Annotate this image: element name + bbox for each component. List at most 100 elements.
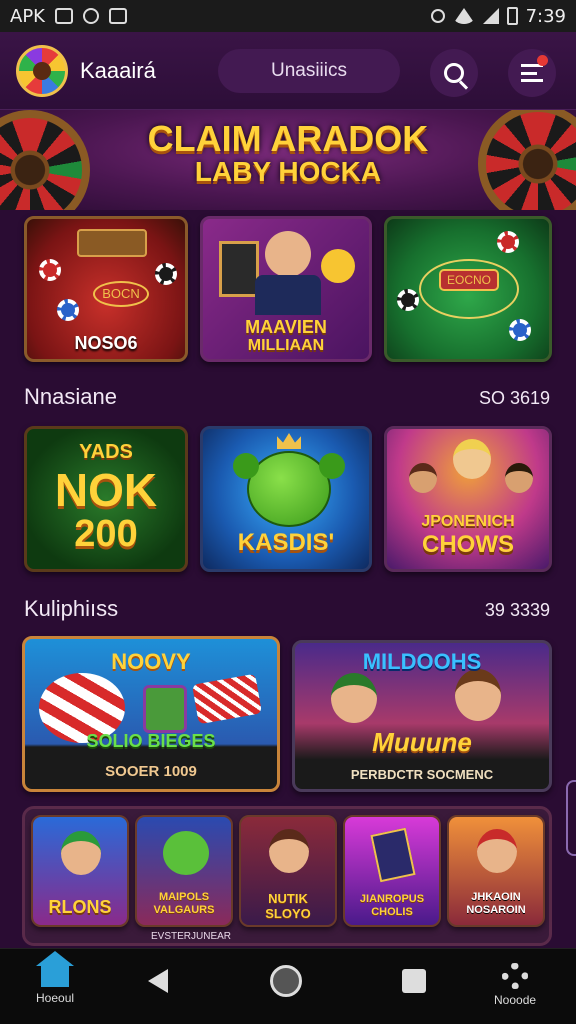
tile-label: NOSO6 (74, 333, 138, 353)
strip-tile[interactable]: RLONS (31, 815, 129, 927)
section-title: Nnasiane (24, 384, 117, 409)
strip-tile[interactable]: JIANROPUS CHOLIS (343, 815, 441, 927)
status-left-text: APK (10, 5, 45, 27)
featured-tile-millionaire[interactable]: MAAVIEN MILLIAAN (200, 216, 372, 362)
card-mid-label: Muuune (372, 727, 472, 757)
search-button[interactable] (430, 49, 478, 97)
vibrate-icon (430, 9, 445, 23)
signal-icon (482, 8, 499, 24)
table-center-sign: BOCN (93, 281, 149, 307)
card-top-label: MILDOOHS (362, 649, 482, 674)
image-icon (54, 8, 73, 24)
tile-label-line2: MILLIAAN (247, 337, 325, 354)
tile-label: KASDIS' (237, 529, 335, 556)
search-icon (444, 63, 464, 83)
menu-icon (521, 64, 543, 82)
character-avatar (331, 673, 377, 723)
promo-card-mildoohs[interactable]: MILDOOHS Muuune PERBDCTR SOCMENC (292, 640, 552, 792)
character-avatar (269, 829, 309, 873)
promo-banner[interactable]: CLAIM ARADOK LABY HOCKA (0, 110, 576, 210)
strip-tile-label: NUTIK SLOYO (265, 891, 311, 921)
banner-title: CLAIM ARADOK (147, 118, 429, 159)
section-title: Kuliphiıss (24, 596, 119, 621)
strip-tile-label: MAIPOLS VALGAURS (153, 891, 215, 916)
strip-tile[interactable]: JHKAOIN NOSAROIN (447, 815, 545, 927)
card-mid-label: SOLIO BIEGES (86, 731, 216, 751)
gift-box (143, 685, 187, 733)
tile-label-line2: CHOWS (422, 531, 514, 558)
chip (155, 263, 177, 285)
tile-label-line2: NOK (54, 464, 158, 516)
mascot-ear (233, 453, 259, 479)
mascot-face (163, 831, 209, 875)
face-icon (82, 8, 99, 24)
recents-icon (402, 969, 426, 993)
card-icon (370, 827, 416, 883)
section-count[interactable]: SO 3619 (400, 388, 550, 409)
bottom-nav: Hoeoul Nooode (0, 948, 576, 1024)
featured-tile-poker-table[interactable]: EOCNO (384, 216, 552, 362)
app-title: Kaaairá (80, 57, 156, 83)
strip-tile-label: JHKAOIN NOSAROIN (466, 891, 526, 916)
character-avatar (61, 831, 101, 875)
tile-label-line1: MAAVIEN (245, 317, 327, 337)
section-count[interactable]: 39 3339 (400, 600, 550, 621)
game-tile-jponenich-chows[interactable]: JPONENICH CHOWS (384, 426, 552, 572)
search-bar[interactable]: Unasiiics (218, 49, 400, 93)
status-time: 7:39 (525, 5, 566, 27)
game-strip: RLONS MAIPOLS VALGAURS NUTIK SLOYO JIANR… (22, 806, 552, 946)
wifi-icon (452, 8, 475, 24)
nav-home[interactable]: Hoeoul (36, 951, 75, 1005)
promo-card-noovy[interactable]: NOOVY SOLIO BIEGES SOOER 1009 (22, 636, 280, 792)
back-icon (148, 969, 168, 993)
app-logo[interactable] (16, 44, 68, 97)
chip (39, 259, 61, 281)
game-tile-kasdis[interactable]: KASDIS' (200, 426, 372, 572)
battery-icon (506, 7, 518, 25)
mascot-ear (319, 453, 345, 479)
chip (497, 231, 519, 253)
tile-label-line1: YADS (79, 441, 133, 463)
home-icon (36, 951, 75, 987)
featured-tile-roulette-table[interactable]: BOCN NOSO6 (24, 216, 188, 362)
chip (509, 319, 531, 341)
card-bottom-label: PERBDCTR SOCMENC (350, 767, 494, 782)
gold-coin (321, 249, 355, 283)
nav-settings[interactable]: Nooode (494, 959, 536, 1007)
character-avatar (409, 463, 437, 493)
circle-home-icon (270, 965, 302, 997)
game-tile-yads-nok[interactable]: YADS NOK 200 (24, 426, 188, 572)
nav-back[interactable] (148, 959, 168, 993)
chip (57, 299, 79, 321)
tile-label-line1: JPONENICH (421, 513, 515, 530)
search-label: Unasiiics (270, 60, 348, 81)
ticket (192, 673, 262, 725)
nav-home-label: Hoeoul (36, 991, 75, 1005)
strip-tile[interactable]: MAIPOLS VALGAURS (135, 815, 233, 927)
media-icon (108, 8, 127, 24)
table-sign (77, 229, 147, 257)
strip-tile-label: JIANROPUS CHOLIS (359, 893, 425, 918)
side-drawer-handle[interactable] (566, 780, 576, 856)
banner-subtitle: LABY HOCKA (194, 156, 382, 187)
nav-home-button[interactable] (270, 959, 302, 997)
card-top-label: NOOVY (111, 649, 191, 674)
character-avatar (455, 669, 501, 721)
gear-icon (502, 963, 529, 989)
notification-dot (537, 55, 548, 66)
portrait-frame (219, 241, 259, 297)
card-bottom-label: SOOER 1009 (105, 763, 197, 780)
chip (397, 289, 419, 311)
status-bar: APK 7:39 (0, 0, 576, 32)
character-avatar (505, 463, 533, 493)
strip-tile-label: RLONS (48, 897, 112, 917)
menu-button[interactable] (508, 49, 556, 97)
tile-label-line3: 200 (74, 513, 138, 555)
nav-recents[interactable] (402, 959, 426, 993)
character-avatar (477, 829, 517, 873)
strip-tile[interactable]: NUTIK SLOYO (239, 815, 337, 927)
host-avatar (265, 231, 311, 277)
strip-caption: EVSTERJUNEAR (150, 931, 231, 942)
nav-settings-label: Nooode (494, 993, 537, 1007)
table-center-sign: EOCNO (439, 269, 499, 291)
